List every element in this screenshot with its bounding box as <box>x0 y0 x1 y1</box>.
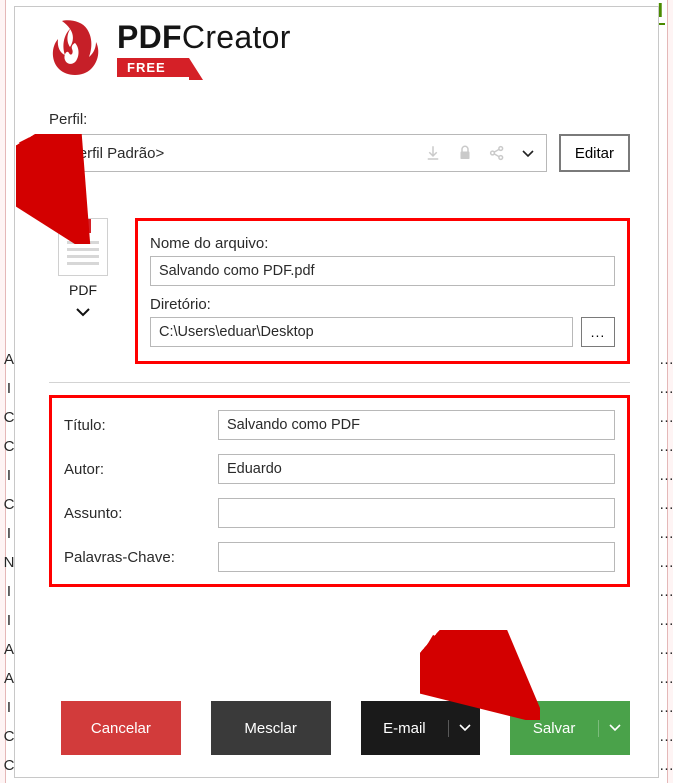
chevron-down-icon <box>75 304 91 322</box>
edit-profile-button[interactable]: Editar <box>559 134 630 172</box>
merge-button[interactable]: Mesclar <box>211 701 331 755</box>
lock-icon <box>456 144 474 162</box>
email-button[interactable]: E-mail <box>361 701 481 755</box>
subject-input[interactable] <box>218 498 615 528</box>
directory-label: Diretório: <box>150 296 615 313</box>
pdf-format-icon: PDF <box>58 218 108 276</box>
filename-input[interactable] <box>150 256 615 286</box>
app-header: PDFCreator FREE <box>49 19 630 77</box>
profile-value: <Perfil Padrão> <box>60 145 164 162</box>
author-input[interactable] <box>218 454 615 484</box>
save-dropdown-button[interactable] <box>598 720 630 737</box>
author-label: Autor: <box>64 461 204 478</box>
title-input[interactable] <box>218 410 615 440</box>
keywords-input[interactable] <box>218 542 615 572</box>
app-logo-icon <box>49 19 103 77</box>
dialog-panel: PDFCreator FREE Perfil: <Perfil Padrão> … <box>14 6 659 778</box>
profile-inline-icons <box>424 144 506 162</box>
action-bar: Cancelar Mesclar E-mail Salvar <box>61 701 630 755</box>
divider <box>49 382 630 383</box>
email-dropdown-button[interactable] <box>448 720 480 737</box>
file-fields-group: Nome do arquivo: Diretório: ... <box>135 218 630 364</box>
profile-label: Perfil: <box>49 111 630 128</box>
directory-input[interactable] <box>150 317 573 347</box>
subject-label: Assunto: <box>64 505 204 522</box>
filename-label: Nome do arquivo: <box>150 235 615 252</box>
cancel-button[interactable]: Cancelar <box>61 701 181 755</box>
app-brand: PDFCreator FREE <box>117 19 291 77</box>
metadata-fields-group: Título: Autor: Assunto: Palavras-Chave: <box>49 395 630 587</box>
format-label: PDF <box>69 282 97 298</box>
keywords-label: Palavras-Chave: <box>64 549 204 566</box>
browse-button[interactable]: ... <box>581 317 615 347</box>
download-icon <box>424 144 442 162</box>
share-icon <box>488 144 506 162</box>
save-button[interactable]: Salvar <box>510 701 630 755</box>
background-text-right: ……………………………………… <box>659 345 673 780</box>
app-title: PDFCreator <box>117 19 291 56</box>
output-format-selector[interactable]: PDF PDF <box>49 218 117 322</box>
title-label: Título: <box>64 417 204 434</box>
free-badge: FREE <box>117 58 189 77</box>
chevron-down-icon <box>522 145 534 162</box>
profile-select[interactable]: <Perfil Padrão> <box>49 134 547 172</box>
